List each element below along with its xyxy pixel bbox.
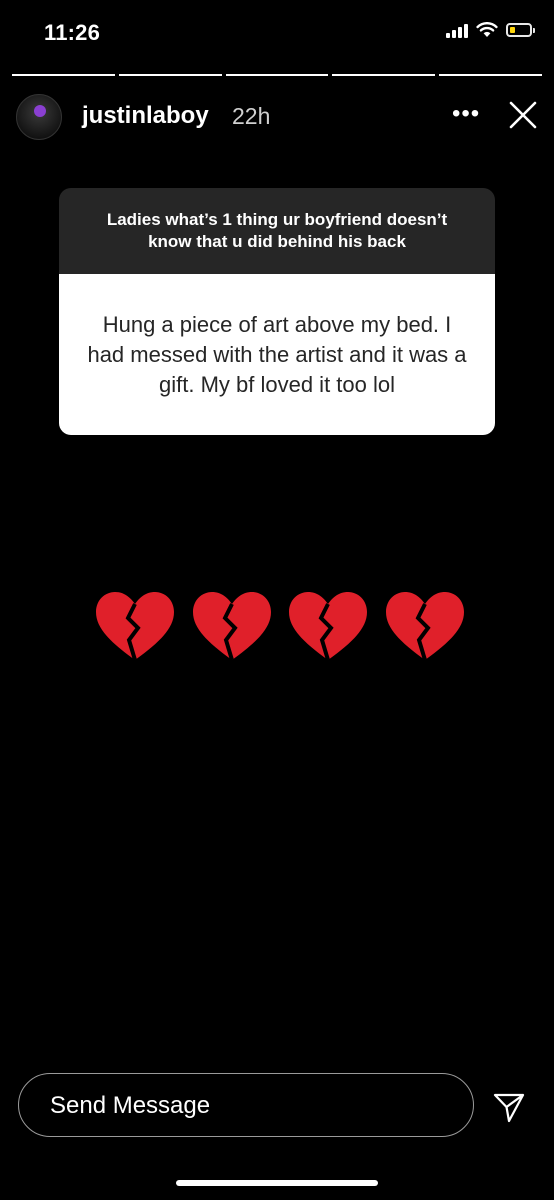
question-text: Ladies what’s 1 thing ur boyfriend doesn… — [59, 188, 495, 274]
progress-segment — [12, 74, 115, 76]
progress-segment — [439, 74, 542, 76]
close-icon[interactable] — [508, 100, 538, 130]
cellular-signal-icon — [446, 22, 468, 38]
broken-heart-icon — [192, 592, 271, 661]
battery-fill — [510, 27, 515, 33]
progress-segment — [118, 74, 222, 76]
avatar[interactable] — [16, 94, 62, 140]
broken-heart-icon — [385, 592, 464, 661]
broken-hearts-row — [92, 588, 468, 668]
question-sticker: Ladies what’s 1 thing ur boyfriend doesn… — [59, 188, 495, 435]
story-time-ago: 22h — [232, 103, 271, 129]
battery-icon — [506, 23, 535, 37]
home-indicator[interactable] — [176, 1180, 378, 1186]
story-progress-bar — [12, 74, 542, 76]
answer-text: Hung a piece of art above my bed. I had … — [59, 274, 495, 435]
broken-heart-icon — [289, 592, 368, 661]
progress-segment — [332, 74, 436, 76]
status-time: 11:26 — [44, 20, 101, 45]
wifi-icon — [476, 22, 498, 37]
status-icons — [446, 22, 535, 38]
more-options-button[interactable]: ••• — [452, 102, 480, 126]
send-message-placeholder: Send Message — [50, 1092, 211, 1119]
username[interactable]: justinlaboy — [82, 102, 209, 130]
send-icon[interactable] — [492, 1090, 526, 1124]
send-message-input[interactable]: Send Message — [18, 1073, 474, 1137]
progress-segment — [225, 74, 329, 76]
broken-heart-icon — [96, 592, 174, 661]
avatar-badge — [34, 105, 46, 117]
